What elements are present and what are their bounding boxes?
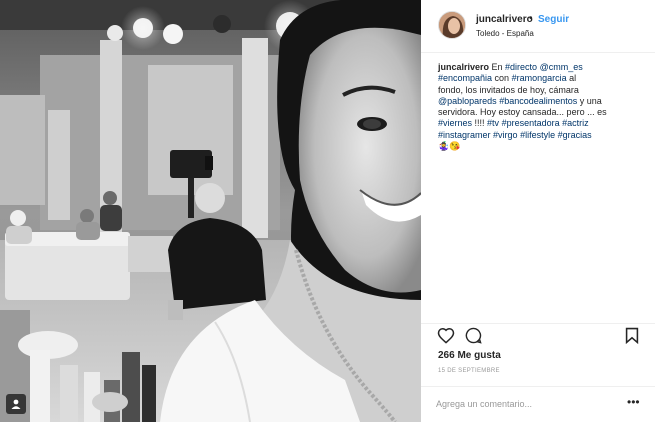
comment-bar: ••• (421, 386, 655, 422)
caption-tag-link[interactable]: #viernes (438, 118, 472, 128)
follow-button[interactable]: Seguir (538, 14, 569, 25)
caption-tag-link[interactable]: #instagramer (438, 130, 491, 140)
caption-text-segment: En (489, 62, 506, 72)
avatar[interactable] (438, 11, 466, 39)
caption-tag-link[interactable]: #lifestyle (520, 130, 555, 140)
post-caption: juncalrivero En #directo @cmm_es #encomp… (438, 62, 638, 152)
caption-tag-link[interactable]: #presentadora (502, 118, 560, 128)
caption-text-segment: 🤹‍♀️😘 (438, 141, 461, 152)
comment-bubble-icon[interactable] (465, 327, 482, 349)
caption-text-segment: !!!! (472, 118, 488, 129)
caption-tag-link[interactable]: @pablopareds (438, 96, 497, 106)
post-username[interactable]: juncalrivero (476, 14, 533, 25)
post-side-panel: juncalrivero • Seguir Toledo - España ju… (421, 0, 655, 422)
post-photo[interactable] (0, 0, 421, 422)
caption-tag-link[interactable]: #virgo (493, 130, 518, 140)
caption-tag-link[interactable]: #directo (505, 62, 537, 72)
comment-input[interactable] (436, 396, 621, 412)
caption-tag-link[interactable]: #ramongarcia (512, 73, 567, 83)
separator-dot: • (529, 13, 533, 24)
avatar-image (439, 12, 465, 38)
instagram-post-modal: juncalrivero • Seguir Toledo - España ju… (0, 0, 655, 422)
more-options-icon[interactable]: ••• (627, 395, 640, 409)
post-header: juncalrivero • Seguir Toledo - España (421, 0, 655, 53)
action-bar (421, 323, 655, 347)
person-glyph (11, 399, 21, 409)
caption-tag-link[interactable]: #encompañia (438, 73, 492, 83)
tagged-user-icon[interactable] (6, 394, 26, 414)
caption-text: En #directo @cmm_es #encompañia con #ram… (438, 62, 607, 151)
heart-icon[interactable] (437, 327, 455, 349)
caption-tag-link[interactable]: #tv (487, 118, 499, 128)
post-date: 15 DE SEPTIEMBRE (438, 368, 500, 374)
caption-username[interactable]: juncalrivero (438, 62, 489, 72)
post-location[interactable]: Toledo - España (476, 29, 534, 38)
bookmark-icon[interactable] (625, 327, 639, 349)
caption-text-segment: con (492, 73, 512, 84)
like-count[interactable]: 266 Me gusta (438, 350, 501, 361)
caption-tag-link[interactable]: #actriz (562, 118, 589, 128)
photo-illustration (0, 0, 421, 422)
caption-tag-link[interactable]: #bancodealimentos (499, 96, 577, 106)
caption-tag-link[interactable]: @cmm_es (540, 62, 583, 72)
caption-tag-link[interactable]: #gracias (558, 130, 592, 140)
